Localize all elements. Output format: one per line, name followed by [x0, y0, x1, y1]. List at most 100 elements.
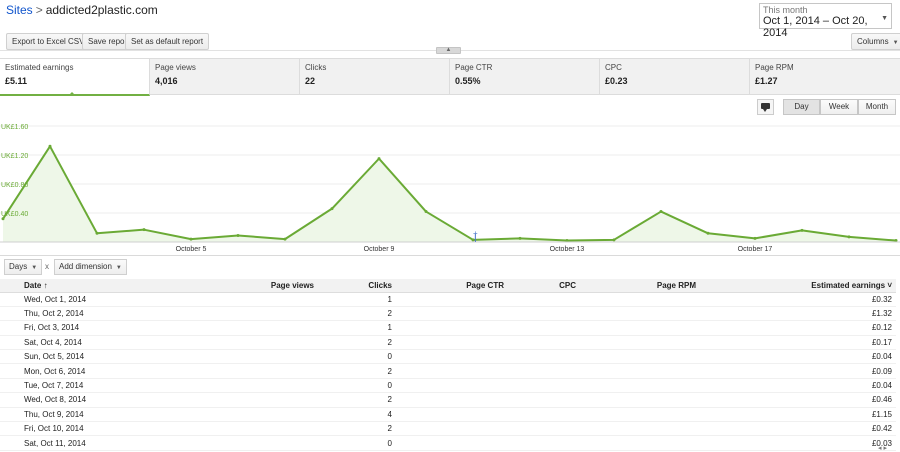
- dimension-dropdown[interactable]: Days ▼: [4, 259, 42, 275]
- cell-date: Fri, Oct 3, 2014: [0, 320, 180, 336]
- data-point[interactable]: [518, 236, 522, 240]
- cell-page-views: [180, 335, 318, 351]
- cell-cpc: [508, 392, 580, 408]
- data-point[interactable]: [471, 238, 475, 242]
- columns-label: Columns: [857, 37, 889, 46]
- column-header-date[interactable]: Date ↑: [0, 279, 180, 293]
- cell-clicks: 2: [318, 306, 396, 322]
- data-point[interactable]: [424, 210, 428, 214]
- data-point[interactable]: [48, 144, 52, 148]
- metric-label: Page RPM: [755, 63, 794, 72]
- earnings-chart-svg: UK£0.40 UK£0.80 UK£1.20 UK£1.60 October 5 Oct…: [0, 124, 900, 253]
- data-point[interactable]: [847, 235, 851, 239]
- cell-page-ctr: [396, 407, 508, 423]
- report-table-wrapper: Date ↑ Page views Clicks Page CTR CPC Pa…: [0, 279, 900, 451]
- table-row: Wed, Oct 1, 2014 1 £0.32: [0, 292, 896, 307]
- data-point[interactable]: [706, 231, 710, 235]
- data-point[interactable]: [753, 236, 757, 240]
- metric-tab-estimated-earnings[interactable]: Estimated earnings £5.11: [0, 59, 150, 96]
- data-point[interactable]: [330, 207, 334, 211]
- column-header-page-ctr[interactable]: Page CTR: [396, 279, 508, 293]
- cell-page-rpm: [580, 292, 700, 307]
- data-point[interactable]: [283, 237, 287, 241]
- sort-desc-icon: ˅: [887, 280, 892, 290]
- add-annotation-icon[interactable]: +: [473, 229, 478, 238]
- y-tick-label: UK£0.40: [1, 211, 28, 218]
- data-point[interactable]: [800, 228, 804, 232]
- data-point[interactable]: [189, 237, 193, 241]
- cell-cpc: [508, 292, 580, 307]
- cell-page-ctr: [396, 363, 508, 379]
- cell-date: Tue, Oct 7, 2014: [0, 378, 180, 394]
- metric-value: £1.27: [755, 76, 778, 86]
- column-header-clicks[interactable]: Clicks: [318, 279, 396, 293]
- column-header-estimated-earnings[interactable]: Estimated earnings ˅: [700, 279, 896, 293]
- cell-date: Thu, Oct 2, 2014: [0, 306, 180, 322]
- set-default-report-button[interactable]: Set as default report: [125, 33, 210, 50]
- cell-page-views: [180, 392, 318, 408]
- granularity-month-button[interactable]: Month: [858, 99, 896, 115]
- cell-page-ctr: [396, 349, 508, 365]
- cell-date: Sat, Oct 4, 2014: [0, 335, 180, 351]
- cell-page-rpm: [580, 421, 700, 437]
- column-header-cpc[interactable]: CPC: [508, 279, 580, 293]
- cell-date: Mon, Oct 6, 2014: [0, 363, 180, 379]
- cell-estimated-earnings: £1.15: [700, 407, 896, 423]
- metric-label: Clicks: [305, 63, 327, 72]
- metric-value: 22: [305, 76, 316, 86]
- earnings-series-line: [2, 145, 897, 242]
- cell-page-views: [180, 320, 318, 336]
- table-controls: Days ▼ x Add dimension ▼: [0, 259, 900, 277]
- cell-cpc: [508, 306, 580, 322]
- table-row: Thu, Oct 2, 2014 2 £1.32: [0, 306, 896, 322]
- cell-page-rpm: [580, 435, 700, 451]
- cell-cpc: [508, 320, 580, 336]
- cell-cpc: [508, 363, 580, 379]
- cell-page-rpm: [580, 349, 700, 365]
- columns-button[interactable]: Columns ▼: [851, 33, 900, 50]
- metric-tab-page-rpm[interactable]: Page RPM £1.27: [750, 59, 900, 95]
- table-row: Fri, Oct 3, 2014 1 £0.12: [0, 320, 896, 336]
- data-point[interactable]: [236, 233, 240, 237]
- table-row: Tue, Oct 7, 2014 0 £0.04: [0, 378, 896, 394]
- cell-page-rpm: [580, 306, 700, 322]
- cell-cpc: [508, 421, 580, 437]
- cell-page-rpm: [580, 392, 700, 408]
- metric-tab-cpc[interactable]: CPC £0.23: [600, 59, 750, 95]
- chevron-down-icon: ▼: [892, 40, 899, 46]
- column-header-page-views[interactable]: Page views: [180, 279, 318, 293]
- metric-value: 4,016: [155, 76, 178, 86]
- table-body: Wed, Oct 1, 2014 1 £0.32 Thu, Oct 2, 2014 2 £…: [0, 292, 896, 451]
- granularity-week-button[interactable]: Week: [820, 99, 858, 115]
- data-point[interactable]: [142, 228, 146, 232]
- chevron-down-icon: ▼: [881, 15, 888, 22]
- cell-page-views: [180, 407, 318, 423]
- data-point[interactable]: [612, 238, 616, 242]
- metric-tab-page-ctr[interactable]: Page CTR 0.55%: [450, 59, 600, 95]
- y-tick-label: UK£1.20: [1, 153, 28, 160]
- table-row: Thu, Oct 9, 2014 4 £1.15: [0, 407, 896, 423]
- remove-dimension-button[interactable]: x: [45, 262, 49, 271]
- date-range-picker[interactable]: This month Oct 1, 2014 – Oct 20, 2014 ▼: [759, 3, 892, 39]
- add-dimension-dropdown[interactable]: Add dimension ▼: [54, 259, 127, 275]
- cell-page-rpm: [580, 378, 700, 394]
- metric-tab-clicks[interactable]: Clicks 22: [300, 59, 450, 95]
- granularity-day-button[interactable]: Day: [783, 99, 820, 115]
- add-dimension-label: Add dimension: [59, 262, 112, 271]
- data-point[interactable]: [95, 231, 99, 235]
- column-header-page-rpm[interactable]: Page RPM: [580, 279, 700, 293]
- cell-date: Thu, Oct 9, 2014: [0, 407, 180, 423]
- metric-tab-page-views[interactable]: Page views 4,016: [150, 59, 300, 95]
- collapse-arrow-icon[interactable]: ▲: [436, 47, 461, 54]
- data-point[interactable]: [377, 157, 381, 161]
- page-header: Sites > addicted2plastic.com This month Oc…: [0, 0, 900, 39]
- cell-estimated-earnings: £0.03: [700, 435, 896, 451]
- cell-page-views: [180, 378, 318, 394]
- data-point[interactable]: [659, 210, 663, 214]
- cell-estimated-earnings: £0.09: [700, 363, 896, 379]
- annotation-button[interactable]: [757, 99, 774, 115]
- breadcrumb-sites-link[interactable]: Sites: [6, 3, 33, 17]
- y-tick-label: UK£1.60: [1, 124, 28, 131]
- cell-page-views: [180, 363, 318, 379]
- date-range-label: This month: [763, 5, 808, 15]
